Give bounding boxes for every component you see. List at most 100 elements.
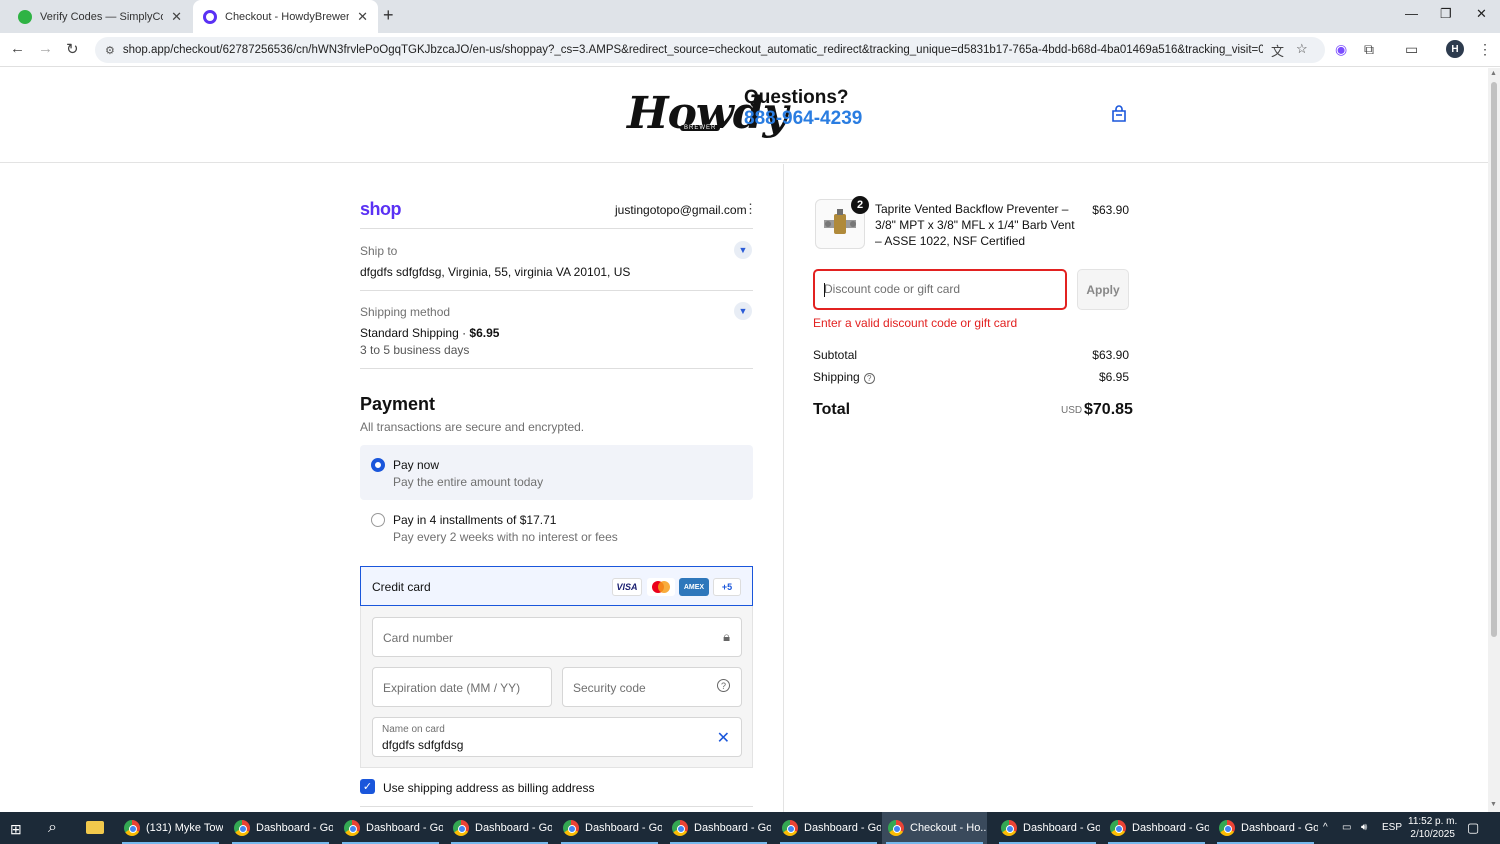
- billing-address-label: Use shipping address as billing address: [383, 781, 595, 795]
- address-bar[interactable]: ⚙ shop.app/checkout/62787256536/cn/hWN3f…: [95, 37, 1325, 63]
- security-code-placeholder: Security code: [573, 681, 646, 695]
- profile-avatar[interactable]: H: [1446, 40, 1464, 58]
- site-info-icon[interactable]: ⚙: [105, 44, 115, 57]
- phone-number[interactable]: 888-964-4239: [744, 108, 862, 130]
- credit-card-label: Credit card: [372, 580, 431, 594]
- column-divider: [783, 164, 784, 812]
- bookmark-star-icon[interactable]: ☆: [1296, 41, 1308, 57]
- billing-address-checkbox[interactable]: ✓: [360, 779, 375, 794]
- taskbar-item[interactable]: Dashboard - Go...: [447, 812, 552, 844]
- name-on-card-value[interactable]: dfgdfs sdfgfdsg: [382, 738, 463, 752]
- taskbar-item-active[interactable]: Checkout - Ho...: [882, 812, 987, 844]
- network-icon[interactable]: ▭: [1342, 822, 1351, 833]
- new-tab-icon[interactable]: +: [383, 5, 394, 26]
- payment-subtitle: All transactions are secure and encrypte…: [360, 420, 585, 434]
- taskbar-item[interactable]: Dashboard - Go...: [776, 812, 881, 844]
- name-on-card-label: Name on card: [382, 724, 445, 735]
- chrome-icon: [344, 820, 360, 836]
- notifications-icon[interactable]: ▢: [1467, 820, 1479, 836]
- windows-start-icon[interactable]: ⊞: [10, 821, 22, 838]
- clear-icon[interactable]: ✕: [717, 728, 730, 748]
- search-icon[interactable]: ⌕: [48, 819, 57, 837]
- reload-icon[interactable]: ↻: [66, 40, 79, 58]
- page-scrollbar[interactable]: ▲ ▼: [1488, 68, 1500, 812]
- taskbar-item[interactable]: Dashboard - Go...: [338, 812, 443, 844]
- minimize-icon[interactable]: —: [1405, 6, 1418, 21]
- expiration-date-field[interactable]: Expiration date (MM / YY): [372, 667, 552, 707]
- taskbar-item-label: Dashboard - Go...: [585, 822, 662, 834]
- taskbar-item-label: Dashboard - Go...: [1023, 822, 1100, 834]
- taskbar-item[interactable]: Dashboard - Go...: [666, 812, 771, 844]
- tab-checkout[interactable]: Checkout - HowdyBrewer ✕: [193, 0, 378, 33]
- translate-icon[interactable]: ⽂: [1271, 41, 1284, 60]
- name-on-card-field[interactable]: Name on card dfgdfs sdfgfdsg ✕: [372, 717, 742, 757]
- installments-radio[interactable]: [371, 513, 385, 527]
- chrome-icon: [124, 820, 140, 836]
- pay-now-radio[interactable]: [371, 458, 385, 472]
- volume-icon[interactable]: 🔊︎: [1361, 822, 1367, 833]
- extensions-puzzle-icon[interactable]: ⧉: [1364, 41, 1374, 58]
- tab-title: Checkout - HowdyBrewer: [225, 10, 350, 23]
- taskbar-item-label: (131) Myke Tow...: [146, 822, 223, 834]
- forward-icon[interactable]: →: [38, 40, 53, 57]
- tab-simplycodes[interactable]: Verify Codes — SimplyCodes ✕: [8, 0, 192, 33]
- tab-title: Verify Codes — SimplyCodes: [40, 10, 163, 23]
- close-tab-icon[interactable]: ✕: [357, 9, 368, 25]
- text-cursor: [824, 283, 825, 297]
- divider: [360, 228, 753, 229]
- pay-now-option[interactable]: Pay now Pay the entire amount today: [360, 445, 753, 500]
- shop-favicon-icon: [203, 9, 217, 24]
- quantity-badge: 2: [851, 196, 869, 214]
- language-indicator[interactable]: ESP: [1382, 822, 1402, 833]
- discount-error-message: Enter a valid discount code or gift card: [813, 316, 1018, 330]
- help-icon[interactable]: ?: [717, 679, 730, 692]
- discount-code-field[interactable]: [813, 269, 1067, 310]
- lock-icon: 🔒︎: [723, 629, 730, 644]
- shipping-label: Shipping: [813, 370, 860, 384]
- scroll-down-icon[interactable]: ▼: [1490, 801, 1497, 808]
- menu-kebab-icon[interactable]: ⋮: [1478, 41, 1492, 58]
- questions-heading: Questions?: [744, 87, 849, 108]
- discount-code-input[interactable]: [824, 282, 1054, 296]
- apply-button[interactable]: Apply: [1077, 269, 1129, 310]
- restore-icon[interactable]: ❐: [1440, 6, 1452, 22]
- scrollbar-thumb[interactable]: [1491, 82, 1497, 637]
- extension-icon[interactable]: ◉: [1335, 41, 1347, 58]
- system-clock[interactable]: 11:52 p. m. 2/10/2025: [1408, 815, 1457, 841]
- clock-time: 11:52 p. m.: [1408, 816, 1458, 827]
- card-number-field[interactable]: Card number 🔒︎: [372, 617, 742, 657]
- chrome-icon: [888, 820, 904, 836]
- show-hidden-icons-icon[interactable]: ^: [1323, 822, 1328, 833]
- url-text[interactable]: shop.app/checkout/62787256536/cn/hWN3frv…: [123, 44, 1263, 56]
- shopping-bag-icon[interactable]: [1110, 105, 1128, 123]
- scroll-up-icon[interactable]: ▲: [1490, 70, 1497, 77]
- taskbar-item[interactable]: Dashboard - Go...: [1213, 812, 1318, 844]
- shipping-method-price: $6.95: [469, 326, 500, 340]
- taskbar-item[interactable]: Dashboard - Go...: [995, 812, 1100, 844]
- credit-card-option[interactable]: Credit card VISA AMEX +5: [360, 566, 753, 606]
- subtotal-label: Subtotal: [813, 348, 858, 362]
- taskbar-item-label: Dashboard - Go...: [366, 822, 443, 834]
- taskbar-item[interactable]: (131) Myke Tow...: [118, 812, 223, 844]
- taskbar-item[interactable]: Dashboard - Go...: [228, 812, 333, 844]
- taskbar-item[interactable]: Dashboard - Go...: [557, 812, 662, 844]
- close-tab-icon[interactable]: ✕: [171, 9, 182, 25]
- ship-to-chevron-down-icon[interactable]: ▼: [734, 241, 752, 259]
- back-icon[interactable]: ←: [10, 40, 25, 57]
- ship-to-label: Ship to: [360, 244, 398, 258]
- security-code-field[interactable]: Security code ?: [562, 667, 742, 707]
- file-explorer-icon[interactable]: [86, 821, 104, 834]
- credit-card-form: Card number 🔒︎ Expiration date (MM / YY)…: [360, 606, 753, 768]
- subtotal-value: $63.90: [1092, 348, 1129, 362]
- taskbar-item-label: Dashboard - Go...: [256, 822, 333, 834]
- taskbar-item[interactable]: Dashboard - Go...: [1104, 812, 1209, 844]
- shipping-method-chevron-down-icon[interactable]: ▼: [734, 302, 752, 320]
- chrome-icon: [782, 820, 798, 836]
- close-window-icon[interactable]: ✕: [1476, 6, 1487, 22]
- account-menu-icon[interactable]: ⋮: [744, 201, 757, 217]
- shipping-value: $6.95: [1098, 370, 1129, 384]
- taskbar-item-label: Dashboard - Go...: [1132, 822, 1209, 834]
- shipping-help-icon[interactable]: ?: [863, 373, 875, 384]
- tab-search-icon[interactable]: ▭: [1405, 41, 1418, 58]
- mastercard-icon: [647, 578, 675, 596]
